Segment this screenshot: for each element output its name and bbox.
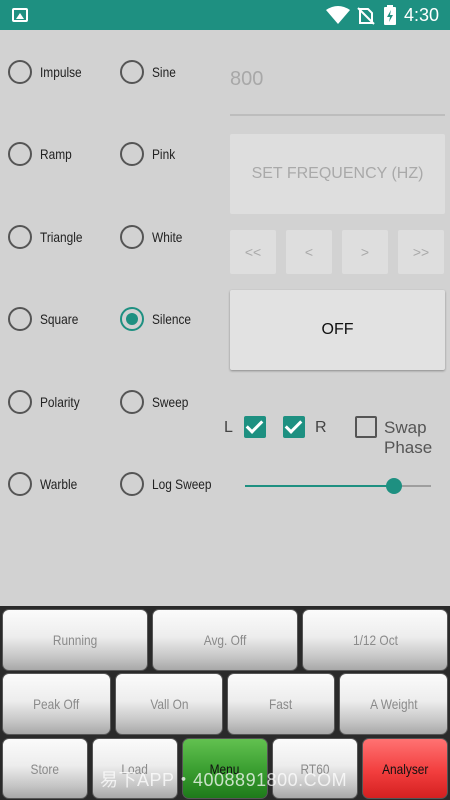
octave-button[interactable]: 1/12 Oct [302, 609, 448, 671]
analyser-control-panel: Running Avg. Off 1/12 Oct Peak Off Vall … [0, 606, 450, 800]
radio-circle [8, 225, 32, 249]
button-label: 1/12 Oct [352, 632, 398, 648]
store-button[interactable]: Store [2, 738, 88, 799]
weighting-button[interactable]: A Weight [339, 673, 448, 735]
radio-circle [120, 307, 144, 331]
slider-thumb[interactable] [385, 478, 402, 494]
left-channel-label: L [224, 419, 233, 436]
radio-label: Log Sweep [152, 476, 212, 492]
radio-label: Sine [152, 64, 176, 80]
button-label: Running [52, 632, 98, 648]
clock: 4:30 [404, 5, 440, 25]
radio-sweep[interactable]: Sweep [120, 387, 195, 417]
speed-button[interactable]: Fast [227, 673, 335, 735]
radio-label: Polarity [40, 394, 80, 410]
no-sim-icon [357, 7, 375, 25]
swap-phase-line2: Phase [384, 438, 433, 457]
button-label: A Weight [369, 696, 418, 712]
radio-circle [8, 142, 32, 166]
button-label: Avg. Off [203, 632, 247, 648]
button-label: Load [121, 760, 149, 777]
radio-log-sweep[interactable]: Log Sweep [120, 469, 222, 499]
swap-phase-checkbox[interactable] [355, 416, 377, 438]
step-up-fast-button[interactable]: >> [398, 230, 444, 274]
step-down-fast-button[interactable]: << [230, 230, 276, 274]
radio-circle [8, 60, 32, 84]
radio-circle [120, 225, 144, 249]
button-label: Peak Off [33, 696, 80, 712]
radio-label: Warble [40, 476, 78, 492]
peak-button[interactable]: Peak Off [2, 673, 111, 735]
button-label: Menu [210, 760, 240, 777]
radio-silence[interactable]: Silence [120, 304, 198, 334]
radio-circle [8, 307, 32, 331]
radio-circle [120, 60, 144, 84]
button-label: Store [30, 760, 60, 777]
button-label: Fast [269, 696, 293, 712]
radio-sine[interactable]: Sine [120, 57, 180, 87]
swap-phase-label: Swap Phase [384, 418, 432, 458]
radio-circle [8, 472, 32, 496]
wifi-icon [326, 6, 350, 24]
radio-label: Ramp [40, 146, 72, 162]
level-slider[interactable] [245, 476, 431, 496]
frequency-field [230, 56, 445, 116]
output-toggle-button[interactable]: OFF [230, 290, 445, 370]
radio-circle [120, 142, 144, 166]
radio-ramp[interactable]: Ramp [8, 139, 77, 169]
radio-square[interactable]: Square [8, 304, 85, 334]
radio-label: Triangle [40, 229, 83, 245]
radio-impulse[interactable]: Impulse [8, 57, 89, 87]
right-channel-checkbox[interactable] [283, 416, 305, 438]
radio-label: Sweep [152, 394, 189, 410]
image-notification-icon [12, 8, 28, 22]
right-channel-label: R [315, 419, 327, 436]
radio-circle [120, 472, 144, 496]
radio-white[interactable]: White [120, 222, 188, 252]
menu-button[interactable]: Menu [182, 738, 268, 799]
radio-pink[interactable]: Pink [120, 139, 179, 169]
valley-button[interactable]: Vall On [115, 673, 223, 735]
analyser-button[interactable]: Analyser [362, 738, 448, 799]
button-label: Vall On [149, 696, 189, 712]
radio-label: Silence [152, 311, 192, 327]
swap-phase-line1: Swap [384, 418, 427, 437]
step-up-button[interactable]: > [342, 230, 388, 274]
frequency-input[interactable] [230, 56, 445, 102]
set-frequency-button[interactable]: SET FREQUENCY (HZ) [230, 134, 445, 214]
running-button[interactable]: Running [2, 609, 148, 671]
radio-polarity[interactable]: Polarity [8, 387, 87, 417]
load-button[interactable]: Load [92, 738, 178, 799]
button-label: Analyser [381, 760, 429, 777]
radio-label: Square [40, 311, 79, 327]
rt60-button[interactable]: RT60 [272, 738, 358, 799]
status-bar: 4:30 [0, 0, 450, 30]
radio-label: Impulse [40, 64, 82, 80]
radio-triangle[interactable]: Triangle [8, 222, 90, 252]
radio-circle [8, 390, 32, 414]
radio-label: White [152, 229, 183, 245]
radio-circle [120, 390, 144, 414]
radio-label: Pink [152, 146, 176, 162]
average-button[interactable]: Avg. Off [152, 609, 298, 671]
slider-fill [245, 485, 394, 487]
left-channel-checkbox[interactable] [244, 416, 266, 438]
step-down-button[interactable]: < [286, 230, 332, 274]
radio-warble[interactable]: Warble [8, 469, 84, 499]
battery-charging-icon [384, 5, 396, 25]
button-label: RT60 [300, 760, 330, 777]
